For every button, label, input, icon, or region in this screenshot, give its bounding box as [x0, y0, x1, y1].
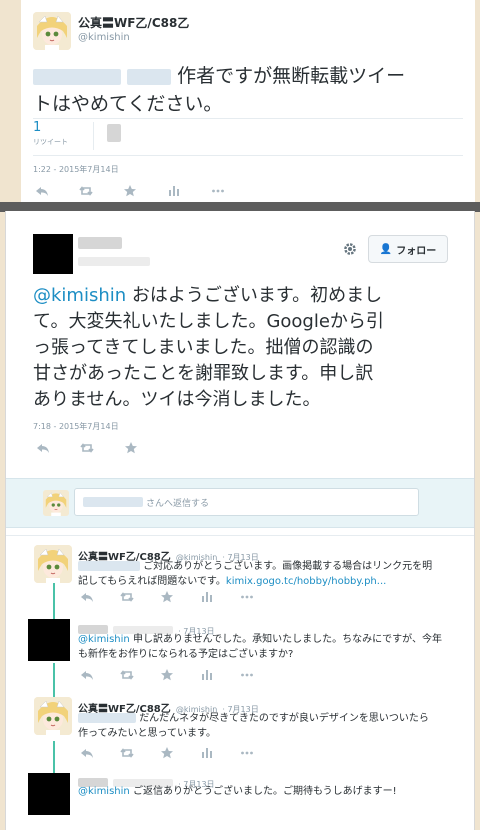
reply-actions — [80, 668, 254, 685]
star-icon[interactable] — [160, 590, 174, 607]
reply-text-line1: 申し訳ありませんでした。承知いたしました。ちなみにですが、今年 — [132, 634, 442, 645]
reply-text: ご対応ありがとうございます。画像掲載する場合はリンク元を明 記してもらえれば問題… — [78, 559, 458, 589]
author-avatar[interactable] — [34, 697, 72, 735]
tweet-timestamp[interactable]: 7:18 - 2015年7月14日 — [33, 421, 119, 432]
tweet-actions — [35, 184, 225, 201]
author-avatar[interactable] — [34, 545, 72, 583]
blurred-mention — [127, 68, 172, 85]
tweet-text-line3: っ張ってきてしまいました。拙僧の認識の — [33, 337, 374, 358]
tweet-card-apology: 👤 フォロー @kimishin おはようございます。初めまし て。大変失礼いた… — [5, 211, 475, 830]
star-icon[interactable] — [124, 441, 138, 458]
retweet-icon[interactable] — [80, 441, 94, 458]
reply-placeholder: さんへ返信する — [146, 498, 210, 509]
reply-text-line1: ご返信ありがとうございました。ご期待もうしあげますー! — [132, 786, 397, 797]
more-icon[interactable] — [211, 184, 225, 201]
reply-text: だんだんネタが尽きてきたのですが良いデザインを思いついたら 作ってみたいと思って… — [78, 711, 458, 741]
reply-link[interactable]: kimix.gogo.tc/hobby/hobby.ph... — [226, 576, 386, 587]
tweet-timestamp[interactable]: 1:22 - 2015年7月14日 — [33, 164, 119, 175]
reply-input[interactable]: さんへ返信する — [74, 488, 419, 516]
tweet-text: @kimishin おはようございます。初めまし て。大変失礼いたしました。Go… — [33, 283, 453, 413]
author-handle[interactable]: @kimishin — [78, 32, 130, 43]
retweet-icon[interactable] — [120, 746, 134, 763]
tweet-card-original: 公真〓WF乙/C88乙 @kimishin 作者ですが無断転載ツイー トはやめて… — [21, 0, 475, 206]
stats-divider — [93, 122, 94, 150]
retweet-label[interactable]: リツイート — [33, 137, 68, 147]
blurred-mention — [78, 561, 140, 571]
blurred-mention — [78, 713, 136, 723]
tweet-actions — [36, 441, 138, 458]
tweet-text-line4: 甘さがあったことを謝罪致します。申し訳 — [33, 363, 374, 384]
blurred-mention — [33, 68, 121, 85]
reply-icon[interactable] — [35, 184, 49, 201]
tweet-text-line2: トはやめてください。 — [33, 93, 223, 115]
more-icon[interactable] — [240, 746, 254, 763]
reply-icon[interactable] — [36, 441, 50, 458]
mention-link[interactable]: @kimishin — [78, 786, 130, 797]
retweet-count[interactable]: 1 — [33, 120, 41, 135]
stats-icon[interactable] — [200, 668, 214, 685]
redacted-avatar[interactable] — [28, 773, 70, 815]
reply-text-line2: 作ってみたいと思っています。 — [78, 728, 216, 739]
reply-text-line1: ご対応ありがとうございます。画像掲載する場合はリンク元を明 — [143, 561, 433, 572]
reply-text-line2: 記してもらえれば問題ないです。 — [78, 576, 226, 587]
star-icon[interactable] — [160, 746, 174, 763]
star-icon[interactable] — [123, 184, 137, 201]
tweet-text-line2: て。大変失礼いたしました。Googleから引 — [33, 311, 384, 332]
stats-icon[interactable] — [167, 184, 181, 201]
tweet-stats — [33, 118, 463, 156]
tweet-text-line1: 作者ですが無断転載ツイー — [177, 65, 406, 87]
tweet-text-line5: ありません。ツイは今消しました。 — [33, 389, 321, 410]
reply-text-line2: も新作をお作りになられる予定はございますか? — [78, 649, 294, 660]
author-name[interactable]: 公真〓WF乙/C88乙 — [78, 14, 189, 31]
follow-button[interactable]: 👤 フォロー — [368, 235, 448, 263]
reply-icon[interactable] — [80, 668, 94, 685]
redacted-avatar[interactable] — [33, 234, 73, 274]
redacted-avatar[interactable] — [28, 619, 70, 661]
thread-connector — [53, 741, 55, 773]
reply-icon[interactable] — [80, 746, 94, 763]
redacted-name[interactable] — [78, 237, 122, 249]
add-user-icon: 👤 — [379, 243, 393, 255]
retweet-icon[interactable] — [79, 184, 93, 201]
author-avatar[interactable] — [33, 12, 71, 50]
retweet-icon[interactable] — [120, 590, 134, 607]
tweet-text: 作者ですが無断転載ツイー トはやめてください。 — [33, 62, 405, 118]
more-icon[interactable] — [240, 668, 254, 685]
retweeter-avatar[interactable] — [107, 124, 121, 142]
current-user-avatar — [43, 490, 69, 516]
follow-label: フォロー — [396, 245, 437, 257]
star-icon[interactable] — [160, 668, 174, 685]
tweet-text-line1: おはようございます。初めまし — [131, 285, 383, 306]
redacted-handle[interactable] — [78, 257, 150, 266]
reply-text-line1: だんだんネタが尽きてきたのですが良いデザインを思いついたら — [139, 713, 429, 724]
stats-icon[interactable] — [200, 746, 214, 763]
mention-link[interactable]: @kimishin — [78, 634, 130, 645]
reply-text: @kimishin 申し訳ありませんでした。承知いたしました。ちなみにですが、今… — [78, 632, 468, 662]
gear-icon[interactable] — [342, 241, 358, 257]
reply-icon[interactable] — [80, 590, 94, 607]
reply-actions — [80, 590, 254, 607]
blurred-handle — [83, 497, 143, 507]
reply-text: @kimishin ご返信ありがとうございました。ご期待もうしあげますー! — [78, 784, 397, 799]
reply-actions — [80, 746, 254, 763]
stats-icon[interactable] — [200, 590, 214, 607]
retweet-icon[interactable] — [120, 668, 134, 685]
more-icon[interactable] — [240, 590, 254, 607]
mention-link[interactable]: @kimishin — [33, 285, 126, 306]
